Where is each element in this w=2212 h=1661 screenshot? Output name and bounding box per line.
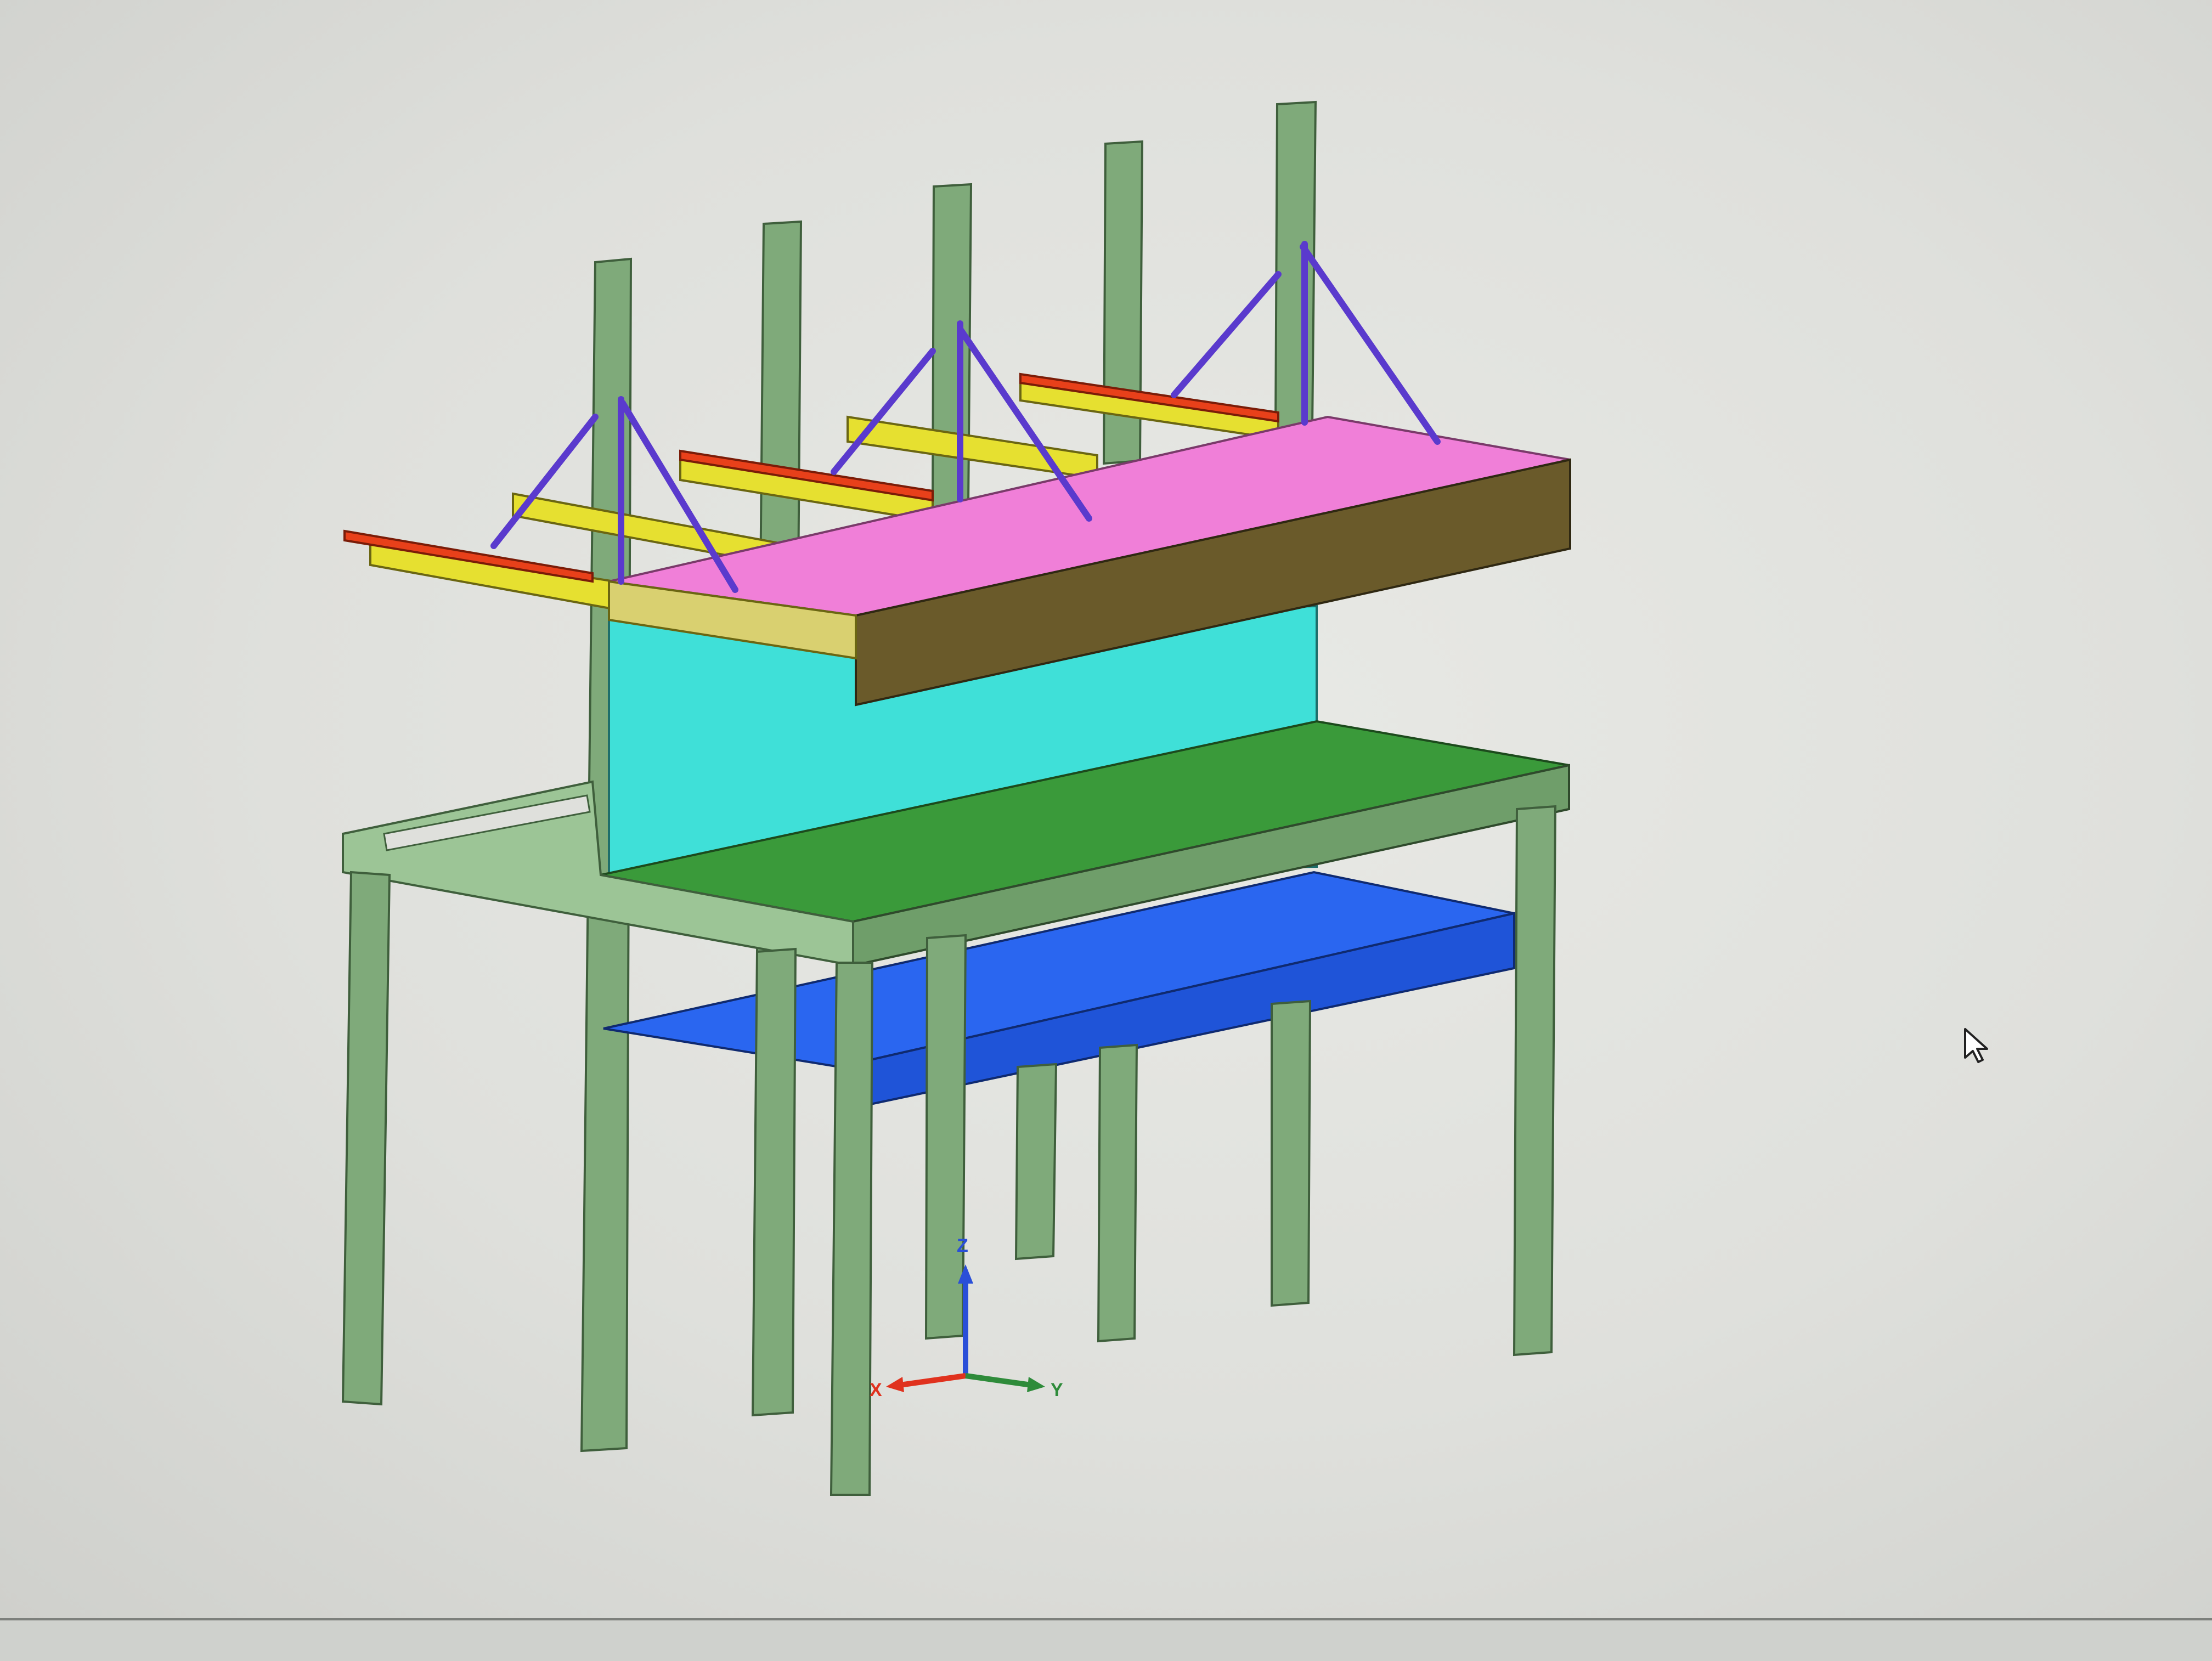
brace-3a bbox=[1300, 244, 1441, 445]
leg-back-2 bbox=[924, 934, 967, 1340]
leg-back-5 bbox=[1271, 999, 1312, 1307]
bench-3d-model[interactable]: Z X Y bbox=[0, 0, 2212, 1618]
brace-3b bbox=[1171, 271, 1282, 398]
y-axis bbox=[965, 1373, 1032, 1388]
brace-2b bbox=[831, 348, 936, 475]
upright-5 bbox=[1274, 100, 1317, 432]
leg-back-4 bbox=[1097, 1043, 1138, 1343]
leg-front-right bbox=[1513, 805, 1557, 1357]
x-axis bbox=[899, 1373, 966, 1388]
status-bar bbox=[0, 1618, 2212, 1661]
beam-4 bbox=[847, 415, 1098, 480]
axis-triad: Z X Y bbox=[870, 1235, 1063, 1400]
mouse-cursor-icon bbox=[1964, 1028, 1988, 1063]
y-axis-label: Y bbox=[1051, 1380, 1063, 1400]
leg-back-1 bbox=[751, 947, 797, 1417]
x-axis-label: X bbox=[870, 1380, 882, 1400]
leg-front-left bbox=[341, 871, 391, 1406]
leg-back-3 bbox=[1014, 1063, 1058, 1261]
x-arrow bbox=[886, 1377, 904, 1392]
z-axis-label: Z bbox=[957, 1235, 968, 1256]
leg-front-mid bbox=[830, 962, 874, 1496]
brace-1a bbox=[619, 400, 738, 593]
cad-viewport[interactable]: Z X Y bbox=[0, 0, 2212, 1618]
y-arrow bbox=[1027, 1377, 1045, 1392]
